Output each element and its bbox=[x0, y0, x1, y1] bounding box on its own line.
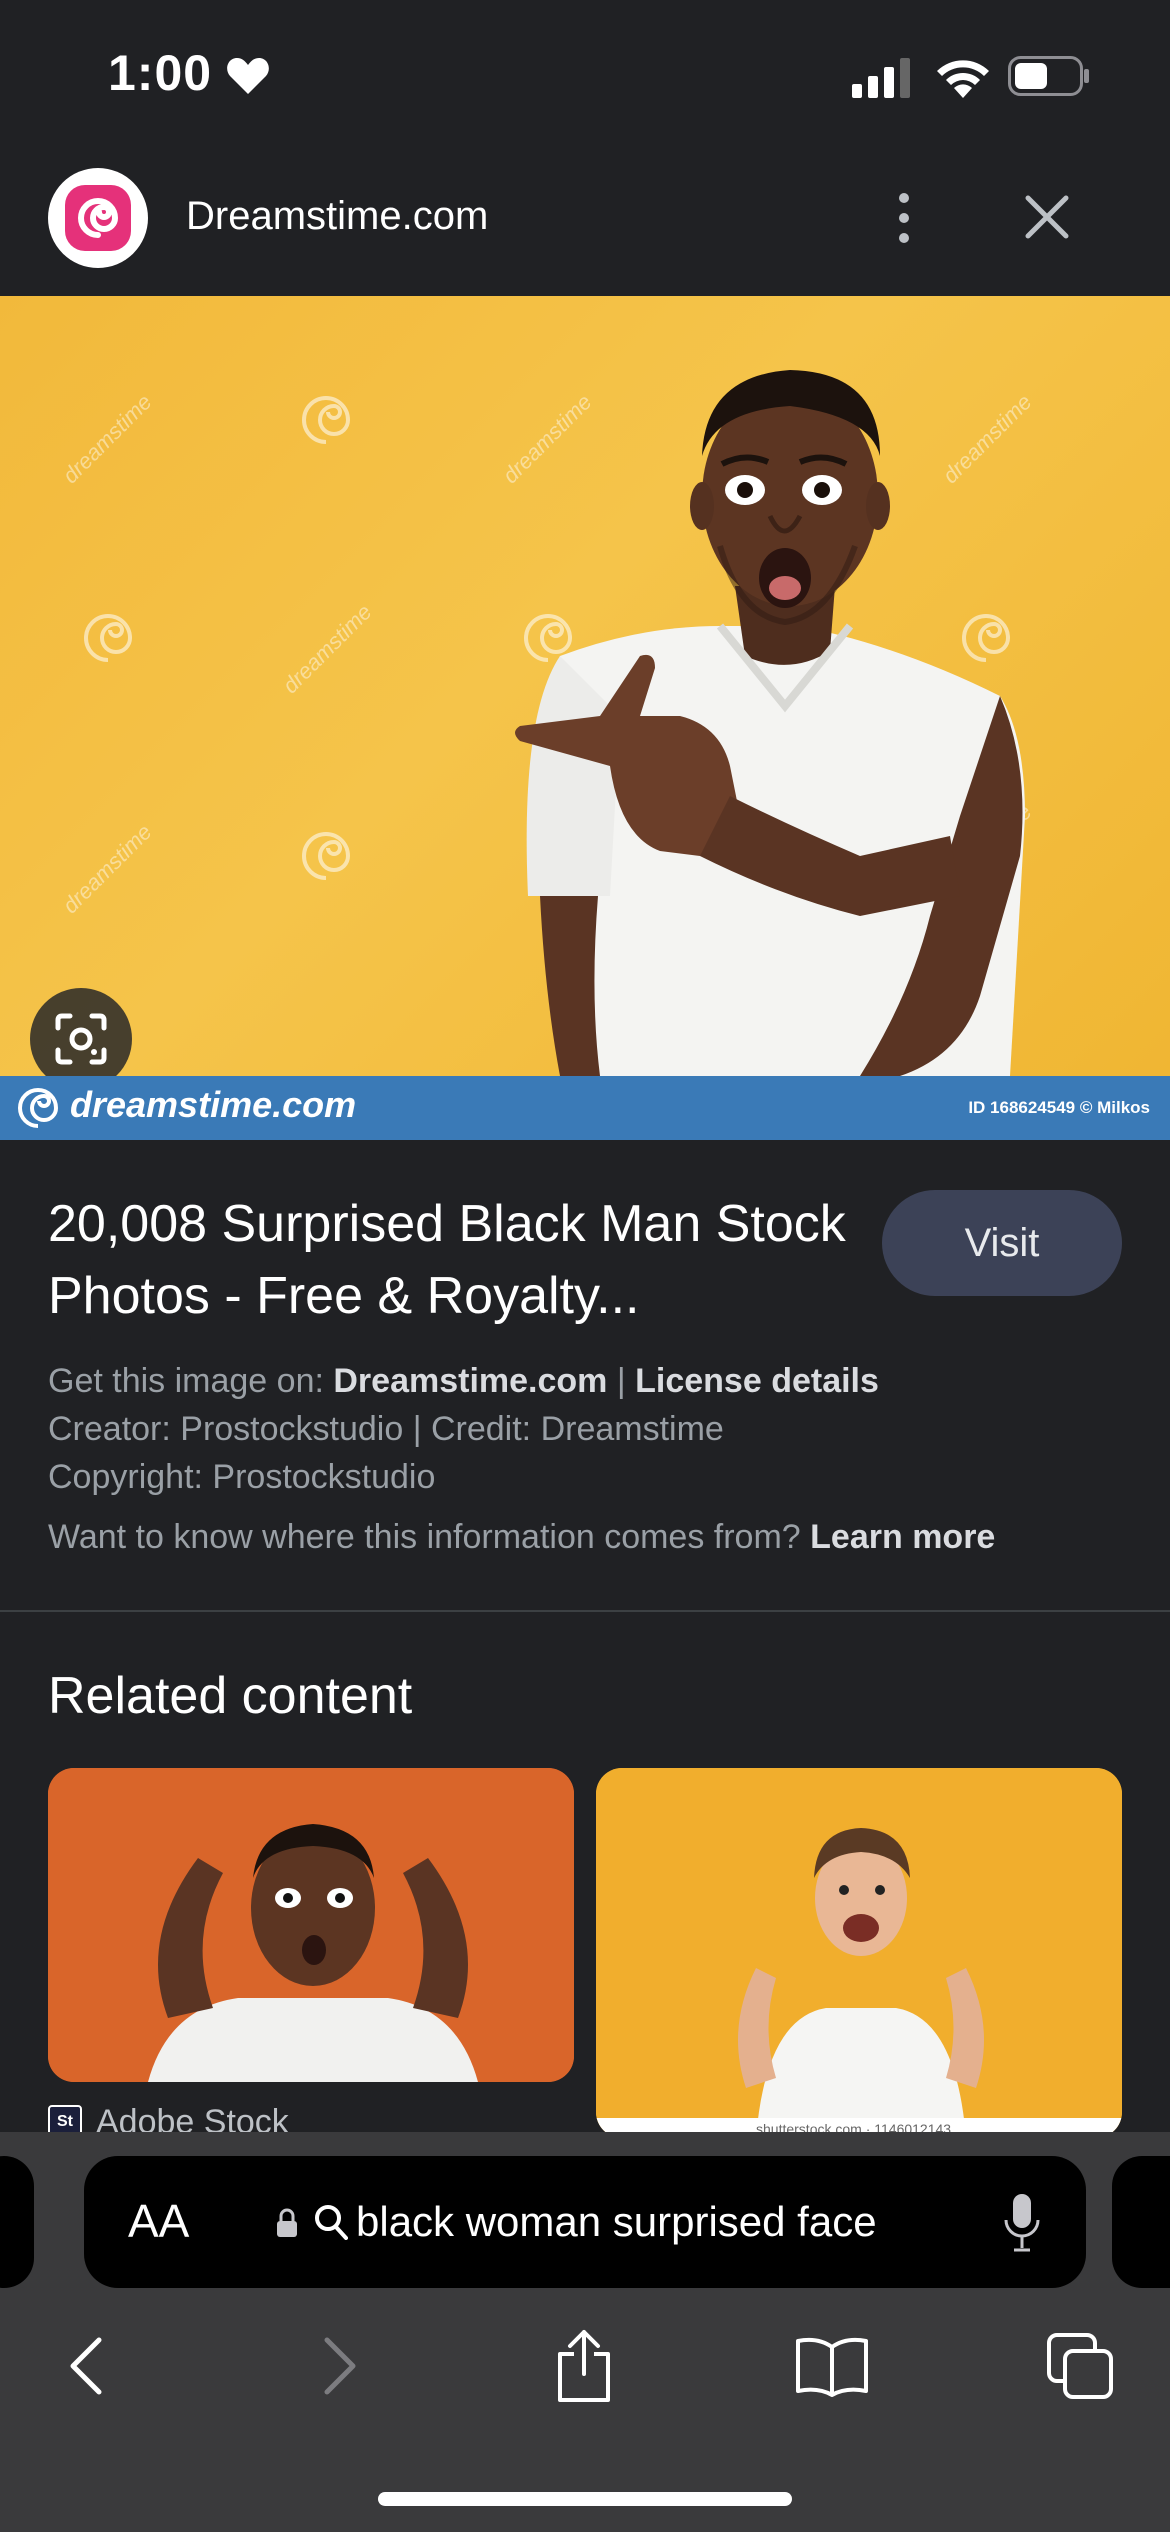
close-icon[interactable] bbox=[1016, 192, 1078, 248]
surprised-man-hands-on-head-illustration bbox=[48, 1768, 574, 2082]
share-icon bbox=[558, 2330, 610, 2402]
forward-icon bbox=[324, 2337, 356, 2395]
back-icon bbox=[70, 2337, 102, 2395]
lock-icon bbox=[277, 2208, 297, 2237]
related-content-heading: Related content bbox=[48, 1667, 413, 1725]
home-indicator[interactable] bbox=[378, 2492, 792, 2506]
site-header: Dreamstime.com bbox=[0, 150, 1170, 296]
info-question: Want to know where this information come… bbox=[48, 1518, 811, 1556]
tabs-button[interactable] bbox=[1040, 2326, 1120, 2406]
result-title[interactable]: 20,008 Surprised Black Man Stock Photos … bbox=[48, 1188, 848, 1332]
related-thumbnail[interactable] bbox=[48, 1768, 574, 2082]
address-bar[interactable]: AA black woman surprised face bbox=[84, 2156, 1086, 2288]
divider bbox=[0, 1610, 1170, 1612]
watermark-id: ID 168624549 © Milkos bbox=[968, 1098, 1150, 1117]
back-button[interactable] bbox=[46, 2326, 126, 2406]
info-line: Want to know where this information come… bbox=[48, 1518, 995, 1557]
source-site-link[interactable]: Dreamstime.com bbox=[333, 1362, 607, 1400]
wifi-icon bbox=[937, 60, 989, 98]
share-button[interactable] bbox=[544, 2326, 624, 2406]
microphone-icon[interactable] bbox=[1002, 2192, 1042, 2254]
google-lens-icon bbox=[55, 1013, 107, 1065]
learn-more-link[interactable]: Learn more bbox=[810, 1518, 995, 1556]
copyright-line: Copyright: Prostockstudio bbox=[48, 1458, 436, 1496]
image-watermark-band: dreamstime.com ID 168624549 © Milkos bbox=[0, 1076, 1170, 1140]
creator-line: Creator: Prostockstudio | Credit: Dreams… bbox=[48, 1410, 724, 1448]
battery-icon bbox=[1008, 56, 1089, 96]
separator: | bbox=[607, 1362, 636, 1400]
result-image[interactable]: dreamstime dreamstime dreamstime dreamst… bbox=[0, 296, 1170, 1076]
watermark-brand: dreamstime.com bbox=[70, 1084, 357, 1125]
heart-icon bbox=[227, 58, 269, 94]
surprised-man-illustration bbox=[515, 370, 1025, 1076]
excited-man-illustration: shutterstock.com · 1146012143 bbox=[596, 1768, 1122, 2138]
cellular-signal-icon bbox=[852, 58, 910, 98]
tabs-icon bbox=[1047, 2333, 1113, 2399]
dreamstime-swirl-icon bbox=[18, 1088, 59, 1128]
status-bar: 1:00 bbox=[0, 0, 1170, 150]
address-text[interactable]: black woman surprised face bbox=[356, 2198, 877, 2246]
previous-tab-peek[interactable] bbox=[0, 2156, 34, 2288]
text-size-button[interactable]: AA bbox=[128, 2194, 189, 2248]
related-thumbnail[interactable]: shutterstock.com · 1146012143 bbox=[596, 1768, 1122, 2138]
site-title: Dreamstime.com bbox=[186, 194, 489, 238]
visit-button[interactable]: Visit bbox=[882, 1190, 1122, 1296]
bookmarks-button[interactable] bbox=[792, 2326, 872, 2406]
search-icon bbox=[315, 2205, 348, 2240]
bookmarks-icon bbox=[796, 2337, 868, 2397]
dreamstime-logo[interactable] bbox=[48, 168, 148, 268]
status-time: 1:00 bbox=[108, 45, 213, 101]
get-image-label: Get this image on: bbox=[48, 1362, 334, 1400]
next-tab-peek[interactable] bbox=[1112, 2156, 1170, 2288]
more-vert-icon[interactable] bbox=[880, 190, 928, 246]
license-details-link[interactable]: License details bbox=[635, 1362, 879, 1400]
forward-button[interactable] bbox=[300, 2326, 380, 2406]
source-line: Get this image on: Dreamstime.com | Lice… bbox=[48, 1362, 879, 1401]
